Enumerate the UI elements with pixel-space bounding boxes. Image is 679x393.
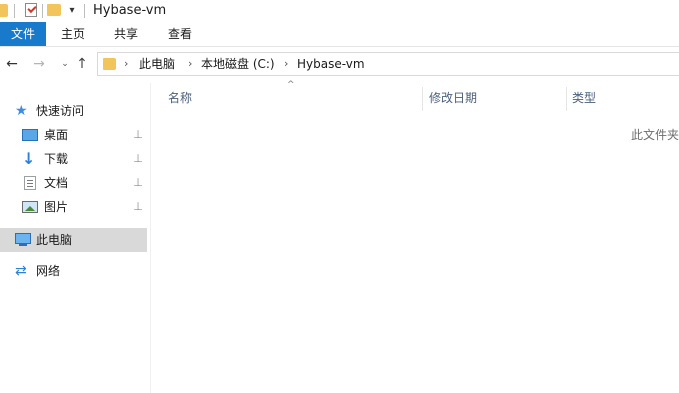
nav-item-label: 网络 <box>36 264 61 278</box>
tab-view[interactable]: 查看 <box>160 22 200 46</box>
breadcrumb-current-folder[interactable]: Hybase-vm <box>297 53 365 75</box>
folder-icon[interactable] <box>0 4 8 17</box>
download-icon: ↓ <box>22 149 36 168</box>
sort-ascending-icon: ^ <box>287 80 295 90</box>
pin-icon[interactable]: ⊥ <box>132 152 144 166</box>
navigation-pane: ★ 快速访问 桌面 ⊥ ↓ 下载 ⊥ 文档 ⊥ 图片 ⊥ 此电脑 ⇄ 网络 <box>0 83 150 393</box>
column-divider[interactable] <box>566 87 567 111</box>
pin-icon[interactable]: ⊥ <box>132 200 144 214</box>
star-icon: ★ <box>15 103 28 119</box>
toolbar-divider <box>42 4 43 18</box>
breadcrumb-separator[interactable]: › <box>284 53 288 75</box>
empty-folder-message: 此文件夹 <box>631 128 679 142</box>
toolbar-divider <box>14 4 15 18</box>
nav-item-this-pc[interactable]: 此电脑 <box>0 228 147 252</box>
nav-item-network[interactable]: ⇄ 网络 <box>0 259 147 283</box>
breadcrumb-separator[interactable]: › <box>124 53 128 75</box>
forward-arrow-icon[interactable]: → <box>31 56 47 72</box>
nav-item-label: 文档 <box>44 176 69 190</box>
nav-item-downloads[interactable]: ↓ 下载 ⊥ <box>0 147 147 171</box>
nav-item-label: 图片 <box>44 200 69 214</box>
new-folder-icon[interactable] <box>47 4 61 16</box>
navigation-bar: ← → ⌄ ↑ › 此电脑 › 本地磁盘 (C:) › Hybase-vm <box>0 47 679 83</box>
toolbar-divider <box>84 4 85 18</box>
column-divider[interactable] <box>422 87 423 111</box>
breadcrumb-separator[interactable]: › <box>188 53 192 75</box>
title-bar: ▾ Hybase-vm <box>0 0 679 22</box>
tab-share[interactable]: 共享 <box>106 22 146 46</box>
pane-divider[interactable] <box>150 83 151 393</box>
window-title: Hybase-vm <box>93 3 167 18</box>
ribbon-tabs: 文件 主页 共享 查看 <box>0 22 679 47</box>
computer-icon <box>15 233 31 246</box>
column-header-type[interactable]: 类型 <box>572 87 596 109</box>
folder-icon <box>103 58 116 70</box>
up-arrow-icon[interactable]: ↑ <box>74 56 90 72</box>
customize-dropdown-icon[interactable]: ▾ <box>67 5 77 17</box>
nav-item-label: 下载 <box>44 152 69 166</box>
document-icon <box>24 176 36 190</box>
back-arrow-icon[interactable]: ← <box>4 56 20 72</box>
address-bar[interactable]: › 此电脑 › 本地磁盘 (C:) › Hybase-vm <box>97 52 679 76</box>
nav-item-label: 此电脑 <box>36 233 73 247</box>
network-icon: ⇄ <box>15 263 27 279</box>
column-header-name[interactable]: 名称 <box>168 87 192 109</box>
properties-check-icon[interactable] <box>25 3 37 17</box>
breadcrumb-local-disk[interactable]: 本地磁盘 (C:) <box>201 53 275 75</box>
breadcrumb-this-pc[interactable]: 此电脑 <box>139 53 175 75</box>
column-header-date-modified[interactable]: 修改日期 <box>429 87 477 109</box>
recent-locations-chevron-icon[interactable]: ⌄ <box>57 56 73 72</box>
nav-item-quick-access[interactable]: ★ 快速访问 <box>0 99 147 123</box>
pictures-icon <box>22 201 38 213</box>
pin-icon[interactable]: ⊥ <box>132 128 144 142</box>
nav-item-documents[interactable]: 文档 ⊥ <box>0 171 147 195</box>
tab-home[interactable]: 主页 <box>54 22 92 46</box>
pin-icon[interactable]: ⊥ <box>132 176 144 190</box>
nav-item-pictures[interactable]: 图片 ⊥ <box>0 195 147 219</box>
nav-item-desktop[interactable]: 桌面 ⊥ <box>0 123 147 147</box>
nav-item-label: 快速访问 <box>36 104 85 118</box>
tab-file[interactable]: 文件 <box>0 22 46 46</box>
nav-item-label: 桌面 <box>44 128 69 142</box>
desktop-icon <box>22 129 38 141</box>
